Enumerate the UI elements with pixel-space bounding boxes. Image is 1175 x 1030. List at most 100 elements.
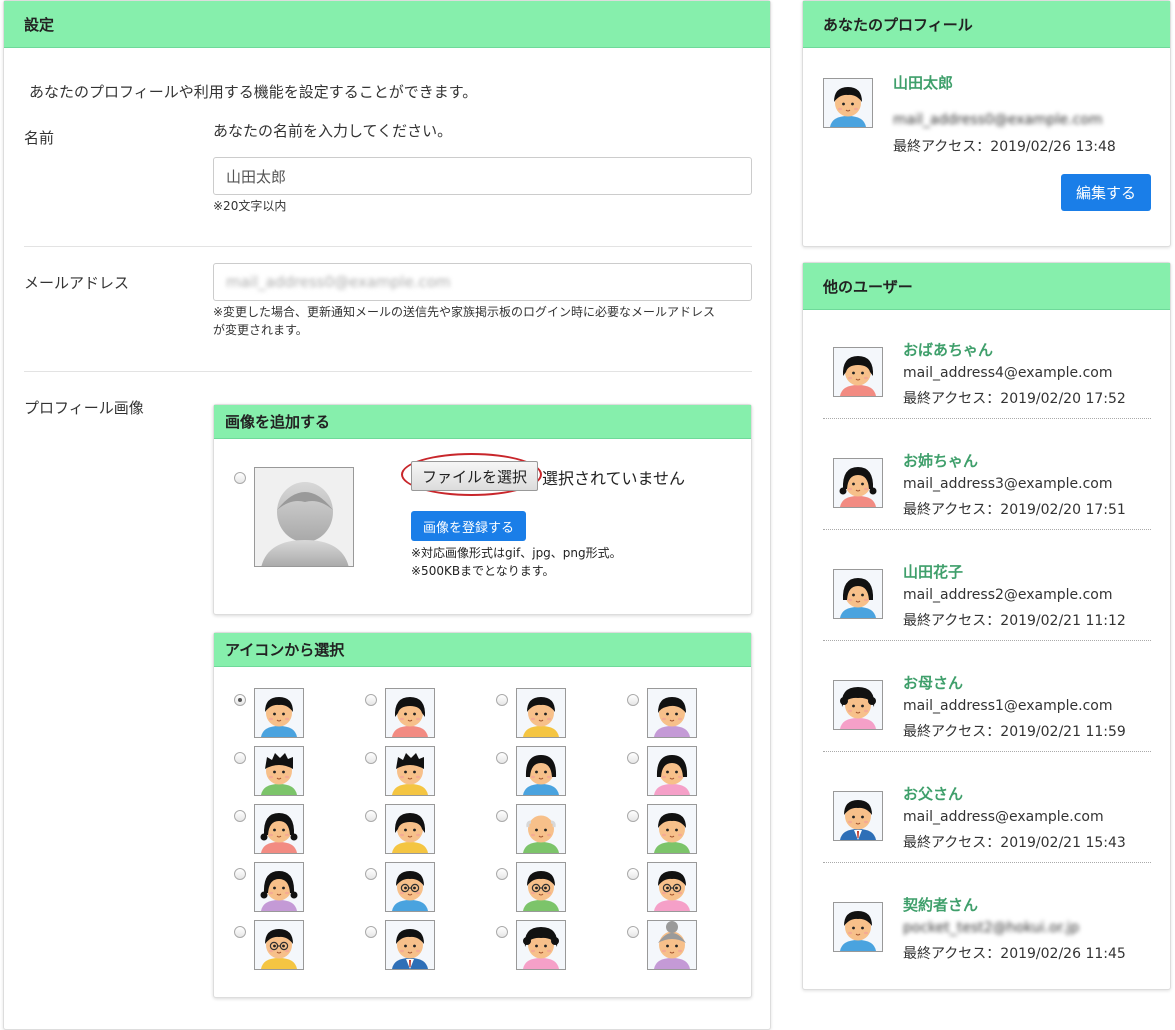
icon-option-radio[interactable] [496, 752, 508, 764]
name-input[interactable]: 山田太郎 [213, 157, 752, 195]
user-email: mail_address1@example.com [903, 698, 1113, 714]
image-format-note: ※対応画像形式はgif、jpg、png形式。 ※500KBまでとなります。 [411, 544, 622, 580]
other-users-title: 他のユーザー [803, 263, 1170, 310]
icon-option-radio[interactable] [365, 868, 377, 880]
icon-option-radio[interactable] [627, 752, 639, 764]
name-input-value: 山田太郎 [226, 167, 287, 186]
icon-select-title: アイコンから選択 [214, 633, 751, 667]
icon-option-radio[interactable] [234, 694, 246, 706]
user-email: pocket_test2@hokui.or.jp [903, 920, 1080, 936]
user-email: mail_address3@example.com [903, 476, 1113, 492]
avatar-option-icon[interactable] [385, 688, 435, 738]
email-label: メールアドレス [24, 274, 130, 292]
icon-option-radio[interactable] [496, 810, 508, 822]
icon-option-radio[interactable] [496, 694, 508, 706]
icon-option-radio[interactable] [365, 926, 377, 938]
my-profile-card: あなたのプロフィール 山田太郎 mail_address0@example.co… [802, 0, 1171, 247]
user-avatar-icon [833, 902, 883, 952]
icon-option-radio[interactable] [496, 868, 508, 880]
name-label: 名前 [24, 129, 55, 147]
format-note: ※対応画像形式はgif、jpg、png形式。 [411, 546, 622, 560]
user-email: mail_address4@example.com [903, 365, 1113, 381]
icon-option-radio[interactable] [365, 752, 377, 764]
icon-option-radio[interactable] [234, 868, 246, 880]
edit-profile-button[interactable]: 編集する [1061, 174, 1151, 211]
avatar-option-icon[interactable] [254, 920, 304, 970]
user-name[interactable]: 契約者さん [903, 894, 978, 915]
icon-option-radio[interactable] [234, 926, 246, 938]
email-note: ※変更した場合、更新通知メールの送信先や家族掲示板のログイン時に必要なメールアド… [213, 303, 715, 339]
icon-option-radio[interactable] [627, 868, 639, 880]
settings-intro: あなたのプロフィールや利用する機能を設定することができます。 [29, 83, 478, 101]
user-name[interactable]: おばあちゃん [903, 339, 993, 360]
avatar-option-icon[interactable] [516, 804, 566, 854]
avatar-option-icon[interactable] [254, 804, 304, 854]
user-name[interactable]: お母さん [903, 672, 963, 693]
avatar-option-icon[interactable] [647, 862, 697, 912]
email-note-line-1: ※変更した場合、更新通知メールの送信先や家族掲示板のログイン時に必要なメールアド… [213, 305, 716, 319]
user-email: mail_address@example.com [903, 809, 1104, 825]
icon-option-radio[interactable] [627, 810, 639, 822]
icon-option-radio[interactable] [234, 810, 246, 822]
size-note: ※500KBまでとなります。 [411, 564, 555, 578]
email-input[interactable]: mail_address0@example.com [213, 263, 752, 301]
profile-name[interactable]: 山田太郎 [893, 72, 953, 93]
icon-option-radio[interactable] [234, 752, 246, 764]
profile-image-label: プロフィール画像 [24, 399, 144, 417]
email-input-value: mail_address0@example.com [226, 273, 451, 291]
avatar-option-icon[interactable] [385, 862, 435, 912]
avatar-option-icon[interactable] [516, 862, 566, 912]
avatar-option-icon[interactable] [647, 804, 697, 854]
profile-email: mail_address0@example.com [893, 112, 1103, 128]
divider [24, 371, 752, 372]
avatar-option-icon[interactable] [254, 688, 304, 738]
icon-option-radio[interactable] [627, 926, 639, 938]
profile-avatar [823, 78, 873, 128]
icon-option-radio[interactable] [365, 694, 377, 706]
settings-card: 設定 あなたのプロフィールや利用する機能を設定することができます。 名前 あなた… [3, 0, 771, 1030]
user-avatar-icon [833, 569, 883, 619]
user-name[interactable]: お姉ちゃん [903, 450, 978, 471]
user-avatar-icon [833, 680, 883, 730]
user-last-access: 最終アクセス：2019/02/21 15:43 [903, 835, 1126, 851]
user-divider [823, 418, 1151, 419]
user-avatar-icon [833, 458, 883, 508]
avatar-option-icon[interactable] [385, 746, 435, 796]
avatar-option-icon[interactable] [647, 746, 697, 796]
email-note-line-2: が変更されます。 [213, 323, 308, 337]
user-email: mail_address2@example.com [903, 587, 1113, 603]
add-image-title: 画像を追加する [214, 405, 751, 439]
icon-option-radio[interactable] [496, 926, 508, 938]
profile-last-access: 最終アクセス：2019/02/26 13:48 [893, 139, 1116, 155]
user-avatar-icon [824, 79, 872, 127]
my-profile-title: あなたのプロフィール [803, 1, 1170, 48]
user-last-access: 最終アクセス：2019/02/21 11:59 [903, 724, 1126, 740]
avatar-option-icon[interactable] [254, 746, 304, 796]
avatar-option-icon[interactable] [516, 688, 566, 738]
user-last-access: 最終アクセス：2019/02/21 11:12 [903, 613, 1126, 629]
settings-title: 設定 [4, 1, 770, 48]
avatar-option-icon[interactable] [647, 920, 697, 970]
other-users-card: 他のユーザー おばあちゃん mail_address4@example.com 最終… [802, 262, 1171, 990]
user-name[interactable]: お父さん [903, 783, 963, 804]
user-last-access: 最終アクセス：2019/02/20 17:52 [903, 391, 1126, 407]
icon-option-radio[interactable] [365, 810, 377, 822]
user-name[interactable]: 山田花子 [903, 561, 963, 582]
icon-select-card: アイコンから選択 [213, 632, 752, 998]
avatar-option-icon[interactable] [516, 746, 566, 796]
avatar-option-icon[interactable] [254, 862, 304, 912]
person-placeholder-icon [255, 468, 353, 566]
divider [24, 246, 752, 247]
avatar-option-icon[interactable] [385, 920, 435, 970]
avatar-option-icon[interactable] [385, 804, 435, 854]
register-image-button[interactable]: 画像を登録する [411, 511, 526, 541]
choose-file-button[interactable]: ファイルを選択 [411, 461, 538, 491]
no-file-text: 選択されていません [542, 469, 686, 488]
upload-image-radio[interactable] [234, 472, 246, 484]
user-divider [823, 640, 1151, 641]
avatar-option-icon[interactable] [516, 920, 566, 970]
icon-option-radio[interactable] [627, 694, 639, 706]
name-note: ※20文字以内 [213, 199, 287, 213]
user-avatar-icon [833, 791, 883, 841]
avatar-option-icon[interactable] [647, 688, 697, 738]
